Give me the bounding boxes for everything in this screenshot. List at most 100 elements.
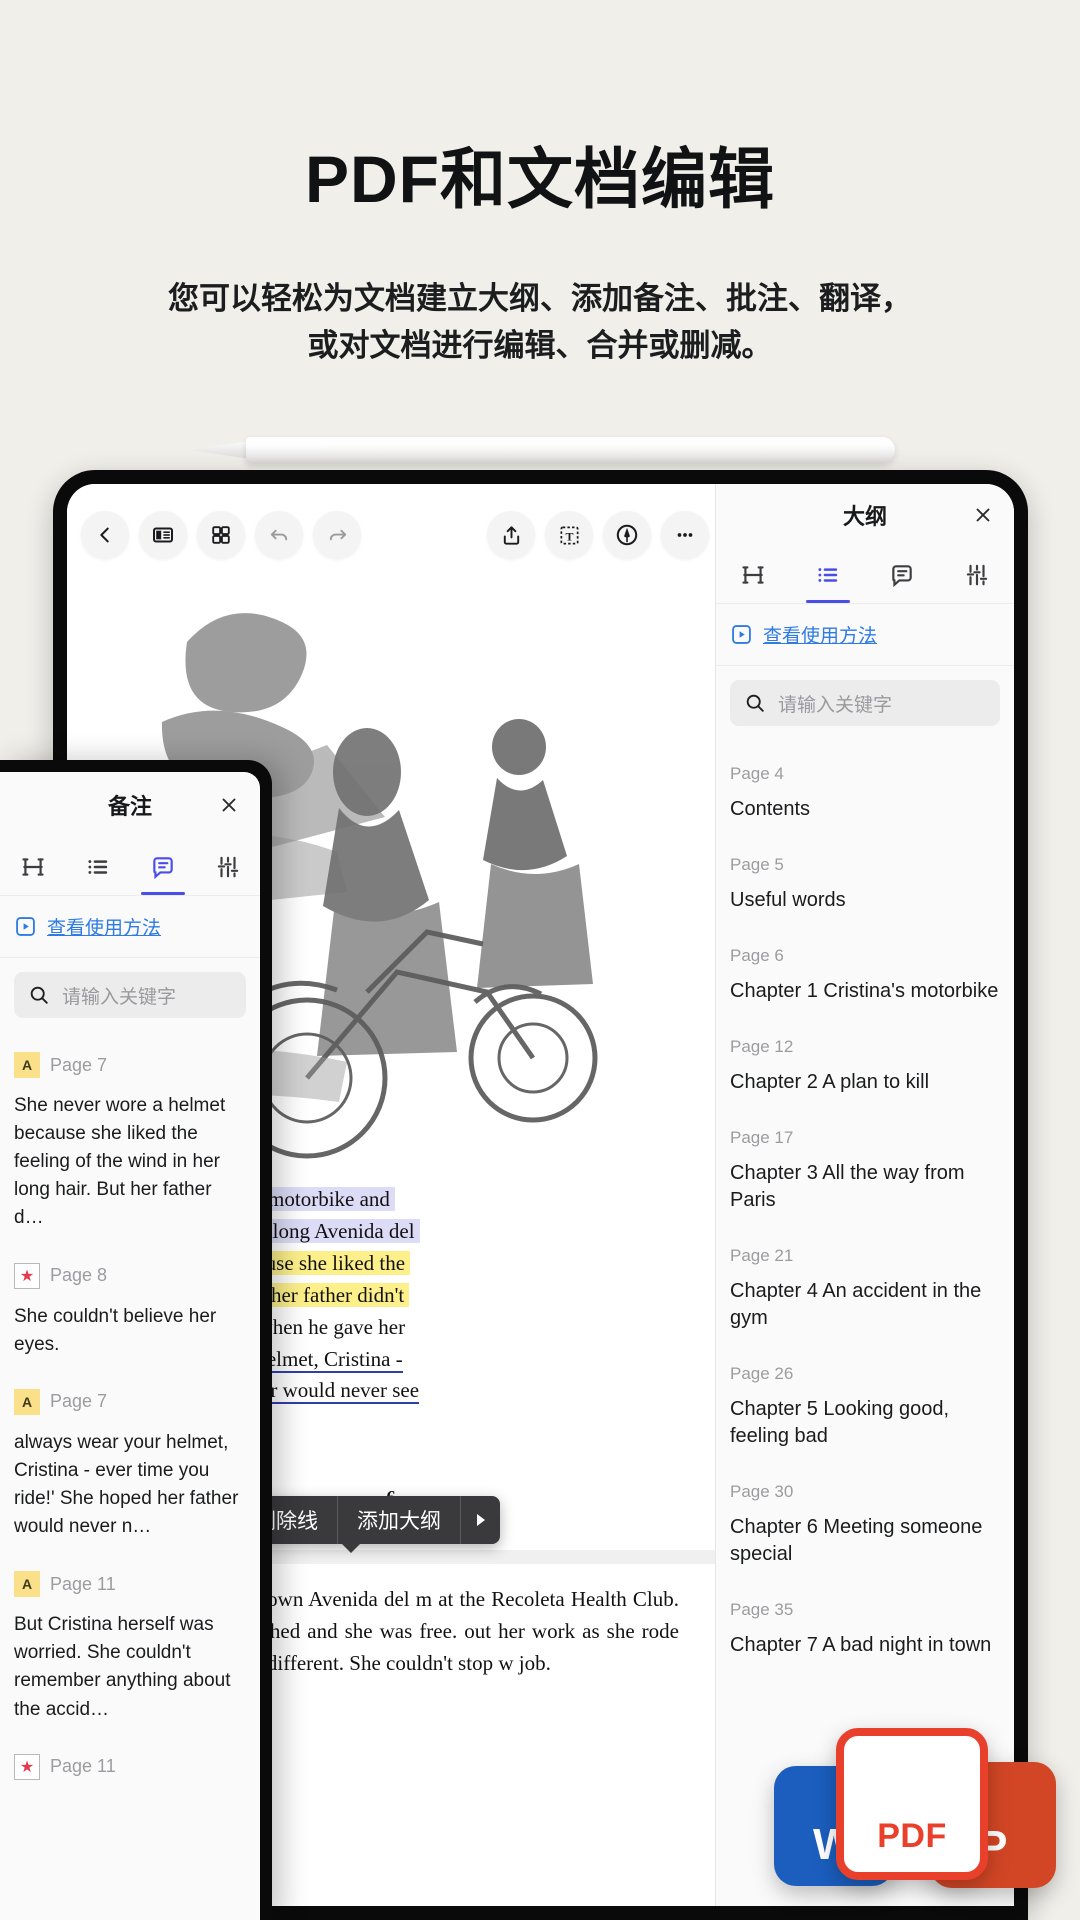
selection-add-outline-button[interactable]: 添加大纲 <box>337 1496 460 1544</box>
share-button[interactable] <box>487 511 535 559</box>
undo-arrow-icon <box>268 524 291 547</box>
notes-panel-header: 备注 <box>0 772 260 838</box>
promo-screen: PDF和文档编辑 您可以轻松为文档建立大纲、添加备注、批注、翻译， 或对文档进行… <box>0 0 1080 1920</box>
redo-arrow-icon <box>326 524 349 547</box>
outline-search-placeholder: 请输入关键字 <box>778 690 892 717</box>
outline-item-title: Contents <box>730 796 1000 823</box>
stylus-pencil <box>190 437 895 463</box>
tab-notes[interactable] <box>130 838 195 895</box>
comment-icon <box>889 562 915 588</box>
outline-search-wrap: 请输入关键字 <box>716 666 1014 740</box>
tab-indicator <box>806 600 850 603</box>
outline-item-title: Chapter 6 Meeting someone special <box>730 1514 1000 1568</box>
close-icon <box>218 794 240 816</box>
outline-item[interactable]: Page 26 Chapter 5 Looking good, feeling b… <box>730 1350 1000 1468</box>
outline-panel-tabs <box>716 546 1014 604</box>
back-button[interactable] <box>81 511 129 559</box>
close-icon <box>972 504 994 526</box>
selection-next-button[interactable] <box>460 1496 500 1544</box>
note-item-page: Page 8 <box>50 1265 107 1286</box>
pen-button[interactable] <box>603 511 651 559</box>
note-item[interactable]: ★ Page 11 <box>14 1740 246 1810</box>
svg-text:T: T <box>565 529 573 543</box>
redo-button[interactable] <box>313 511 361 559</box>
outline-item[interactable]: Page 6 Chapter 1 Cristina's motorbike <box>730 932 1000 1023</box>
outline-item-title: Chapter 1 Cristina's motorbike <box>730 978 1000 1005</box>
subtitle-line-2: 或对文档进行编辑、合并或删减。 <box>0 323 1080 370</box>
outline-item[interactable]: Page 5 Useful words <box>730 841 1000 932</box>
note-item-page: Page 7 <box>50 1055 107 1076</box>
outline-item[interactable]: Page 12 Chapter 2 A plan to kill <box>730 1023 1000 1114</box>
search-icon <box>744 692 766 714</box>
outline-item-page: Page 26 <box>730 1364 1000 1384</box>
notes-search-input[interactable]: 请输入关键字 <box>14 972 246 1018</box>
outline-item-page: Page 17 <box>730 1128 1000 1148</box>
notes-panel-tabs <box>0 838 260 896</box>
outline-howto-label: 查看使用方法 <box>763 621 877 648</box>
notes-list[interactable]: A Page 7 She never wore a helmet because… <box>0 1032 260 1920</box>
undo-button[interactable] <box>255 511 303 559</box>
note-item[interactable]: ★ Page 8 She couldn't believe her eyes. <box>14 1249 246 1375</box>
outline-item-title: Chapter 2 A plan to kill <box>730 1069 1000 1096</box>
tab-settings[interactable] <box>195 838 260 895</box>
outline-item-title: Useful words <box>730 887 1000 914</box>
note-item[interactable]: A Page 11 But Cristina herself was worri… <box>14 1557 246 1739</box>
notes-howto-label: 查看使用方法 <box>47 913 161 940</box>
bookmark-icon <box>740 562 766 588</box>
outline-search-input[interactable]: 请输入关键字 <box>730 680 1000 726</box>
notes-search-placeholder: 请输入关键字 <box>62 982 176 1009</box>
back-chevron-icon <box>94 524 116 546</box>
outline-howto-link[interactable]: 查看使用方法 <box>716 604 1014 666</box>
tab-bookmark[interactable] <box>0 838 65 895</box>
toolbar-gap-1 <box>371 511 419 559</box>
notes-howto-link[interactable]: 查看使用方法 <box>0 896 260 958</box>
outline-item-title: Chapter 5 Looking good, feeling bad <box>730 1396 1000 1450</box>
tab-outline[interactable] <box>65 838 130 895</box>
outline-item-title: Chapter 3 All the way from Paris <box>730 1160 1000 1214</box>
outline-item[interactable]: Page 4Contents <box>730 750 1000 841</box>
outline-item[interactable]: Page 30 Chapter 6 Meeting someone special <box>730 1468 1000 1586</box>
page-title: PDF和文档编辑 <box>0 126 1080 222</box>
outline-item-title: Chapter 7 A bad night in town <box>730 1632 1000 1659</box>
tab-indicator <box>141 892 185 895</box>
more-button[interactable] <box>661 511 709 559</box>
notes-close-button[interactable] <box>214 790 244 820</box>
sidebar-panel-icon <box>151 523 175 547</box>
outline-item-page: Page 21 <box>730 1246 1000 1266</box>
outline-item[interactable]: Page 21 Chapter 4 An accident in the gym <box>730 1232 1000 1350</box>
note-item-page: Page 7 <box>50 1391 107 1412</box>
outline-item[interactable]: Page 35Chapter 7 A bad night in town <box>730 1586 1000 1677</box>
outline-item-page: Page 6 <box>730 946 1000 966</box>
share-upload-icon <box>500 524 523 547</box>
outline-item-page: Page 12 <box>730 1037 1000 1057</box>
list-icon <box>85 854 111 880</box>
text-box-icon: T <box>558 524 581 547</box>
note-highlight-badge: A <box>14 1052 40 1078</box>
file-format-badges: W P PDF <box>762 1680 1062 1920</box>
play-video-icon <box>730 623 753 646</box>
sidebar-toggle-button[interactable] <box>139 511 187 559</box>
note-highlight-badge: A <box>14 1389 40 1415</box>
note-item-page: Page 11 <box>50 1756 116 1777</box>
bookmark-icon <box>20 854 46 880</box>
textbox-button[interactable]: T <box>545 511 593 559</box>
outline-item[interactable]: Page 17 Chapter 3 All the way from Paris <box>730 1114 1000 1232</box>
outline-panel-header: 大纲 <box>716 484 1014 546</box>
outline-item-page: Page 30 <box>730 1482 1000 1502</box>
pencil-tip <box>190 441 250 459</box>
outline-item-page: Page 5 <box>730 855 1000 875</box>
note-item-header: ★ Page 11 <box>14 1754 246 1780</box>
comment-icon <box>150 854 176 880</box>
outline-item-title: Chapter 4 An accident in the gym <box>730 1278 1000 1332</box>
note-item-header: A Page 7 <box>14 1052 246 1078</box>
tab-bookmark[interactable] <box>716 546 791 603</box>
tab-notes[interactable] <box>865 546 940 603</box>
note-item[interactable]: A Page 7 She never wore a helmet because… <box>14 1038 246 1249</box>
thumbnails-button[interactable] <box>197 511 245 559</box>
more-dots-icon <box>674 524 696 546</box>
note-item-header: A Page 11 <box>14 1571 246 1597</box>
note-item[interactable]: A Page 7 always wear your helmet, Cristi… <box>14 1375 246 1557</box>
tab-outline[interactable] <box>791 546 866 603</box>
tab-settings[interactable] <box>940 546 1015 603</box>
outline-close-button[interactable] <box>968 500 998 530</box>
